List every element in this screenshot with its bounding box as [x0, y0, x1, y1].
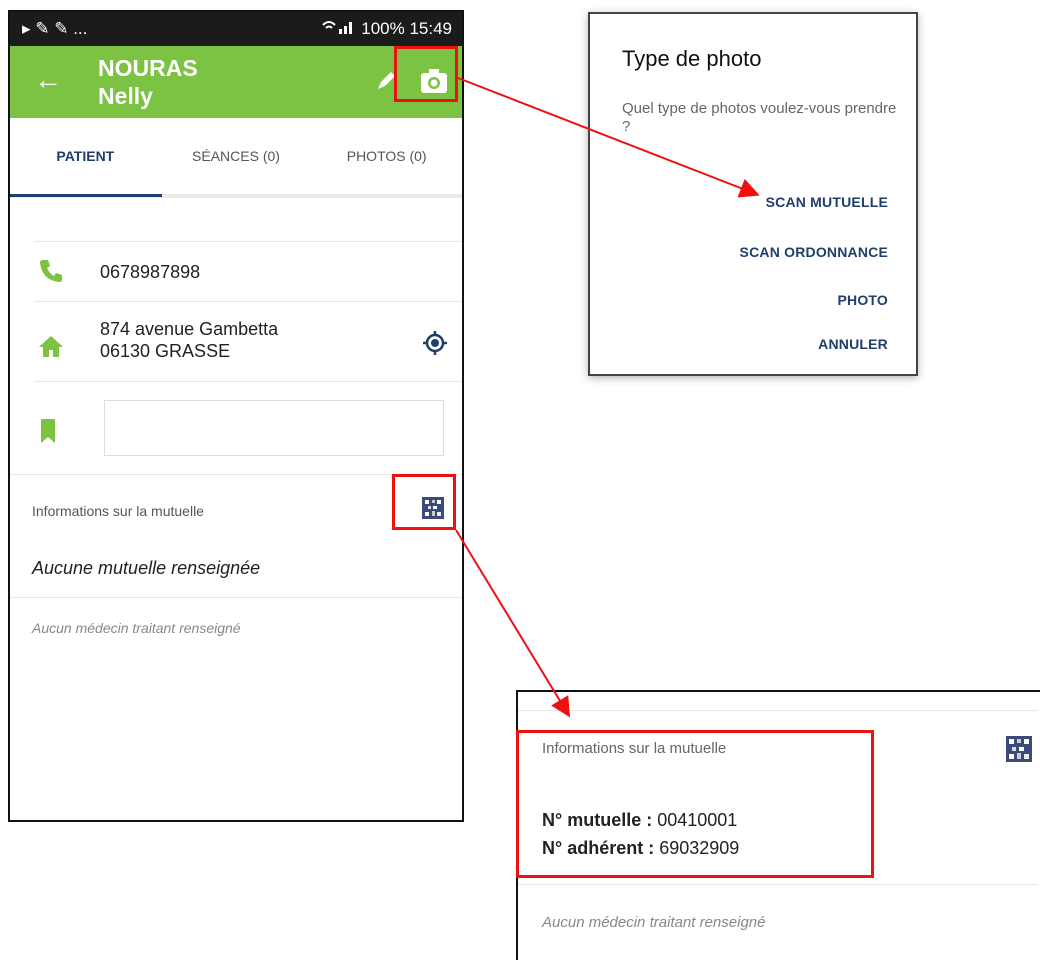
annotation-arrows	[455, 77, 760, 718]
arrow-to-scan-mutuelle	[457, 77, 760, 198]
arrow-to-result	[455, 529, 571, 718]
